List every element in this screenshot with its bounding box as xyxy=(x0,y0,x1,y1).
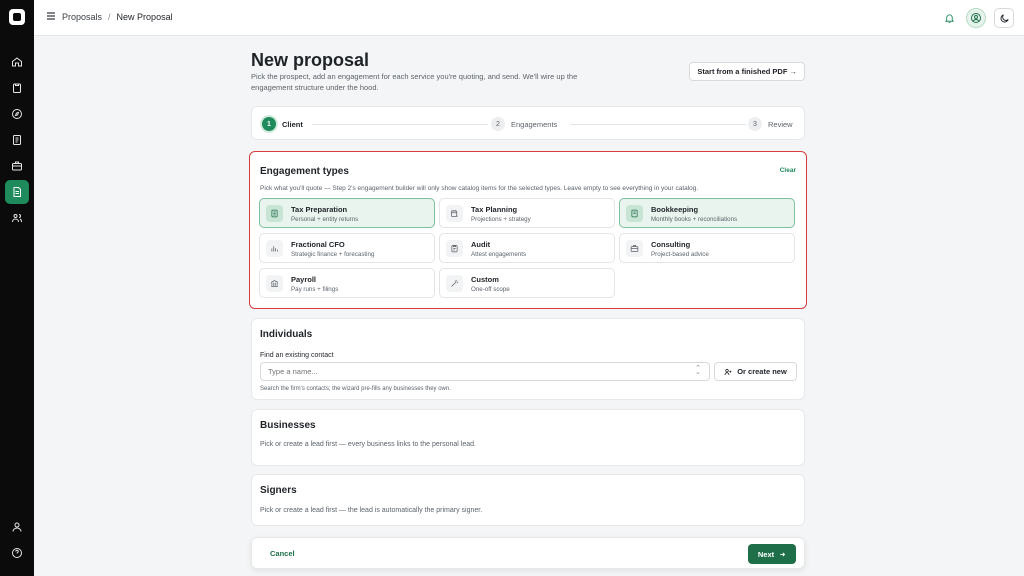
tile-name: Bookkeeping xyxy=(651,205,699,214)
engagement-tile-tax-planning[interactable]: Tax Planning Projections + strategy xyxy=(439,198,615,228)
chart-icon xyxy=(266,240,283,257)
top-bar: Proposals / New Proposal xyxy=(34,0,1024,36)
home-icon[interactable] xyxy=(5,50,29,74)
step-label: Client xyxy=(282,119,303,129)
book-icon xyxy=(626,205,643,222)
tile-description: Strategic finance + forecasting xyxy=(291,251,375,258)
breadcrumb-proposals[interactable]: Proposals xyxy=(62,12,102,22)
clear-button[interactable]: Clear xyxy=(780,167,796,174)
avatar[interactable] xyxy=(966,8,986,28)
step-label: Review xyxy=(768,119,793,129)
tile-description: One-off scope xyxy=(471,286,510,293)
stepper: 1 Client 2 Engagements 3 Review xyxy=(251,106,805,140)
engagement-tile-payroll[interactable]: Payroll Pay runs + filings xyxy=(259,268,435,298)
breadcrumb-separator: / xyxy=(108,12,111,22)
step-number: 2 xyxy=(491,117,505,131)
tile-description: Projections + strategy xyxy=(471,216,531,223)
document-icon xyxy=(266,205,283,222)
moon-icon[interactable] xyxy=(994,8,1014,28)
bank-icon xyxy=(266,275,283,292)
app-logo[interactable] xyxy=(9,9,25,25)
help-icon[interactable] xyxy=(5,541,29,565)
step-label: Engagements xyxy=(511,119,558,129)
businesses-description: Pick or create a lead first — every busi… xyxy=(260,441,476,448)
engagement-types-title: Engagement types xyxy=(260,166,349,177)
clipboard-nav-icon[interactable] xyxy=(5,76,29,100)
user-plus-icon xyxy=(724,368,732,375)
step-connector xyxy=(570,124,746,125)
tile-name: Custom xyxy=(471,275,499,284)
tile-description: Project-based advice xyxy=(651,251,709,258)
proposals-nav-icon[interactable] xyxy=(5,180,29,204)
start-from-pdf-button[interactable]: Start from a finished PDF → xyxy=(689,62,805,81)
tile-name: Audit xyxy=(471,240,491,249)
page-title: New proposal xyxy=(251,50,370,70)
engagement-tile-bookkeeping[interactable]: Bookkeeping Monthly books + reconciliati… xyxy=(619,198,795,228)
step-number: 3 xyxy=(748,117,762,131)
page-description: Pick the prospect, add an engagement for… xyxy=(251,72,578,92)
list-icon[interactable] xyxy=(5,128,29,152)
sidebar xyxy=(0,0,34,576)
tile-name: Payroll xyxy=(291,275,317,284)
engagement-tile-tax-preparation[interactable]: Tax Preparation Personal + entity return… xyxy=(259,198,435,228)
select-chevrons-icon: ⌃ ⌄ xyxy=(695,365,701,376)
individuals-section: Individuals Find an existing contact ⌃⌄ … xyxy=(251,318,805,400)
businesses-title: Businesses xyxy=(260,420,316,431)
next-button[interactable]: Next xyxy=(748,544,796,564)
calendar-icon xyxy=(446,205,463,222)
tile-description: Personal + entity returns xyxy=(291,216,359,223)
engagement-types-panel: Engagement types Clear Pick what you'll … xyxy=(249,151,807,309)
signers-description: Pick or create a lead first — the lead i… xyxy=(260,507,483,514)
tile-name: Fractional CFO xyxy=(291,240,345,249)
engagement-tile-fractional-cfo[interactable]: Fractional CFO Strategic finance + forec… xyxy=(259,233,435,263)
tile-description: Attest engagements xyxy=(471,251,527,258)
individuals-title: Individuals xyxy=(260,329,313,340)
engagement-tile-audit[interactable]: Audit Attest engagements xyxy=(439,233,615,263)
breadcrumb: Proposals / New Proposal xyxy=(62,12,173,22)
clipboard-icon xyxy=(446,240,463,257)
wand-icon xyxy=(446,275,463,292)
bell-icon[interactable] xyxy=(940,9,958,27)
tile-description: Pay runs + filings xyxy=(291,286,339,293)
engagement-tile-consulting[interactable]: Consulting Project-based advice xyxy=(619,233,795,263)
engagement-types-hint: Pick what you'll quote — Step 2's engage… xyxy=(260,185,699,192)
tile-name: Tax Planning xyxy=(471,205,518,214)
create-new-label: Or create new xyxy=(737,367,787,376)
signers-title: Signers xyxy=(260,485,297,496)
businesses-section: Businesses Pick or create a lead first —… xyxy=(251,409,805,466)
tile-name: Consulting xyxy=(651,240,691,249)
users-icon[interactable] xyxy=(5,206,29,230)
breadcrumb-current: New Proposal xyxy=(116,12,173,22)
step-client[interactable]: 1 Client xyxy=(262,117,303,131)
hamburger-menu-icon[interactable] xyxy=(46,11,56,21)
tile-description: Monthly books + reconciliations xyxy=(651,216,738,223)
compass-icon[interactable] xyxy=(5,102,29,126)
step-engagements[interactable]: 2 Engagements xyxy=(491,117,557,131)
footer-action-bar: Cancel Next xyxy=(251,537,805,569)
briefcase-icon xyxy=(626,240,643,257)
tile-name: Tax Preparation xyxy=(291,205,348,214)
contact-search-input[interactable] xyxy=(260,362,710,381)
contact-search-help: Search the firm's contacts; the wizard p… xyxy=(260,386,451,392)
briefcase-nav-icon[interactable] xyxy=(5,154,29,178)
cancel-button[interactable]: Cancel xyxy=(270,549,295,558)
step-review[interactable]: 3 Review xyxy=(748,117,793,131)
arrow-right-icon xyxy=(780,551,786,557)
step-number: 1 xyxy=(262,117,276,131)
step-connector xyxy=(312,124,488,125)
engagement-tile-custom[interactable]: Custom One-off scope xyxy=(439,268,615,298)
signers-section: Signers Pick or create a lead first — th… xyxy=(251,474,805,526)
next-label: Next xyxy=(757,549,775,559)
create-new-contact-button[interactable]: Or create new xyxy=(714,362,797,381)
profile-icon[interactable] xyxy=(5,515,29,539)
find-contact-label: Find an existing contact xyxy=(260,352,334,359)
